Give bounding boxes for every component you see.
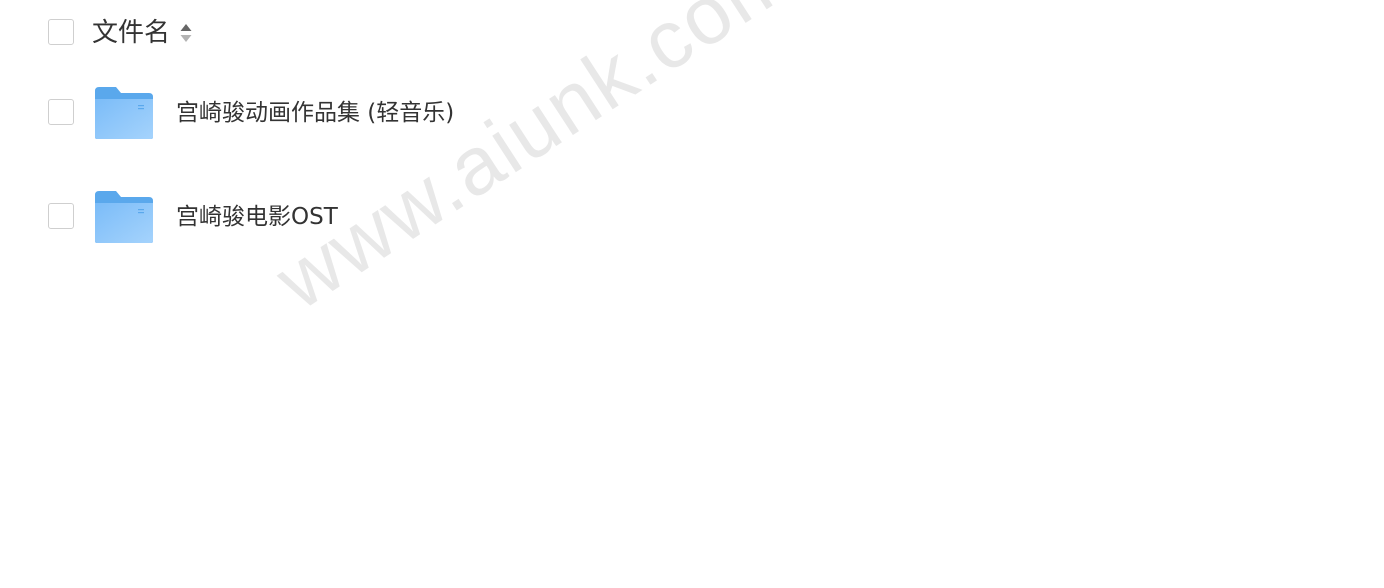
folder-name[interactable]: 宫崎骏电影OST [176, 201, 338, 233]
row-checkbox[interactable] [48, 203, 74, 229]
row-checkbox[interactable] [48, 99, 74, 125]
folder-name[interactable]: 宫崎骏动画作品集 (轻音乐) [176, 97, 454, 129]
folder-icon [95, 191, 153, 243]
folder-icon [95, 87, 153, 139]
column-header-filename[interactable]: 文件名 [92, 14, 170, 52]
file-list-page: www.aiunk.com 文件名 宫崎骏动画作品集 (轻音乐) 宫崎骏电影OS… [0, 0, 1384, 588]
watermark: www.aiunk.com [260, 0, 810, 328]
sort-icon[interactable] [179, 21, 193, 45]
select-all-checkbox[interactable] [48, 19, 74, 45]
